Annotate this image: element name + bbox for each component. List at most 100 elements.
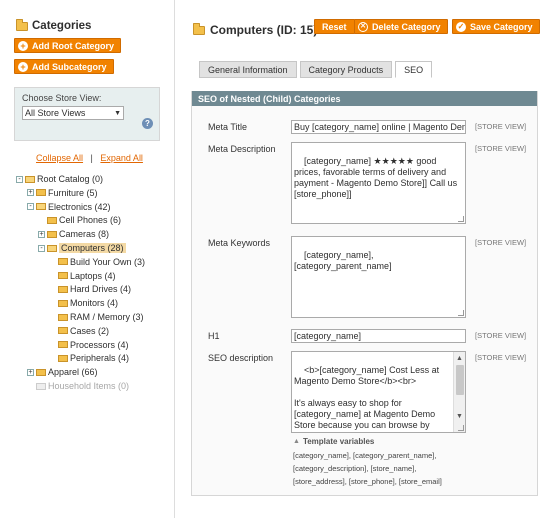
h1-label: H1 (208, 331, 220, 341)
meta-keywords-scope: [STORE VIEW] (475, 238, 527, 247)
collapse-icon[interactable]: - (16, 175, 23, 183)
scrollbar[interactable]: ▲ ▼ (453, 352, 465, 432)
tree-node[interactable]: - Electronics (42) (27, 201, 111, 213)
template-variables-list: [category_name], [category_parent_name],… (293, 449, 468, 488)
tree-node[interactable]: Build Your Own (3) (49, 256, 145, 268)
tab-category-products[interactable]: Category Products (299, 61, 393, 78)
tree-node[interactable]: Cell Phones (6) (38, 214, 121, 226)
meta-description-value: [category_name] ★★★★★ good prices, favor… (294, 156, 460, 199)
category-tabs: General Information Category Products SE… (199, 61, 433, 78)
seo-panel: SEO of Nested (Child) Categories Meta Ti… (191, 91, 538, 496)
tree-node[interactable]: + Furniture (5) (27, 187, 98, 199)
expand-all-link[interactable]: Expand All (100, 153, 143, 163)
tree-controls: Collapse All | Expand All (36, 153, 143, 163)
tree-node[interactable]: - Root Catalog (0) (16, 173, 103, 185)
h1-input[interactable]: [category_name] (291, 329, 466, 343)
tab-general-information[interactable]: General Information (199, 61, 297, 78)
page-title: Computers (ID: 15) (210, 23, 318, 37)
tree-node[interactable]: Peripherals (4) (49, 352, 129, 364)
delete-category-button[interactable]: ✕ Delete Category (354, 19, 448, 34)
template-variables-line: [store_address], [store_phone], [store_e… (293, 477, 442, 486)
meta-description-textarea[interactable]: [category_name] ★★★★★ good prices, favor… (291, 142, 466, 224)
collapse-all-link[interactable]: Collapse All (36, 153, 83, 163)
scrollbar-thumb[interactable] (456, 365, 464, 395)
expand-icon[interactable]: + (38, 230, 45, 238)
resize-handle-icon[interactable] (458, 425, 464, 431)
delete-category-label: Delete Category (372, 21, 441, 32)
reset-label: Reset (322, 21, 347, 32)
scroll-up-icon[interactable]: ▲ (456, 353, 463, 364)
tree-node[interactable]: + Apparel (66) (27, 366, 98, 378)
tree-node-label: Furniture (5) (48, 187, 98, 198)
tree-controls-separator: | (90, 153, 93, 163)
reset-button[interactable]: Reset (314, 19, 355, 34)
folder-icon (36, 382, 46, 390)
scroll-down-icon[interactable]: ▼ (456, 411, 463, 422)
seo-description-value: <b>[category_name] Cost Less at Magento … (294, 365, 440, 432)
collapse-icon[interactable]: - (38, 244, 45, 252)
collapse-icon[interactable]: - (27, 203, 34, 211)
folder-icon (58, 285, 68, 293)
seo-description-textarea[interactable]: <b>[category_name] Cost Less at Magento … (291, 351, 466, 433)
add-root-category-button[interactable]: + Add Root Category (14, 38, 121, 53)
tree-node[interactable]: + Cameras (8) (38, 228, 109, 240)
expand-icon[interactable]: + (27, 368, 34, 376)
tree-node[interactable]: - Computers (28) (38, 242, 126, 254)
triangle-up-icon: ▲ (293, 438, 300, 445)
folder-icon (36, 203, 46, 211)
folder-icon (47, 230, 57, 238)
plus-icon: + (18, 40, 28, 51)
tree-node[interactable]: Processors (4) (49, 339, 129, 351)
tree-node[interactable]: Household Items (0) (27, 380, 129, 392)
add-root-category-label: Add Root Category (32, 40, 114, 51)
tree-node-label: RAM / Memory (3) (70, 312, 144, 322)
tab-seo[interactable]: SEO (395, 61, 433, 78)
seo-section-title: SEO of Nested (Child) Categories (192, 91, 537, 106)
tree-node-label: Household Items (0) (48, 381, 130, 391)
tree-node[interactable]: Hard Drives (4) (49, 283, 131, 295)
template-variables: ▲ Template variables [category_name], [c… (293, 437, 468, 488)
meta-title-label: Meta Title (208, 122, 248, 132)
folder-icon (36, 368, 46, 376)
tree-node-label: Apparel (66) (48, 367, 98, 378)
folder-icon (58, 299, 68, 307)
tree-node-label: Monitors (4) (70, 298, 119, 309)
resize-handle-icon[interactable] (458, 310, 464, 316)
meta-title-input[interactable]: Buy [category_name] online | Magento Dem (291, 120, 466, 134)
column-divider (174, 0, 175, 518)
seo-description-label: SEO description (208, 353, 274, 363)
add-subcategory-button[interactable]: + Add Subcategory (14, 59, 114, 74)
tree-node[interactable]: Cases (2) (49, 325, 109, 337)
folder-icon (47, 244, 57, 252)
tree-node[interactable]: Laptops (4) (49, 270, 116, 282)
tree-node-label: Cell Phones (6) (59, 215, 122, 226)
help-icon[interactable]: ? (142, 118, 153, 129)
tree-node-label: Root Catalog (0) (37, 174, 104, 184)
folder-icon (58, 258, 68, 266)
meta-title-scope: [STORE VIEW] (475, 122, 527, 131)
template-variables-toggle[interactable]: ▲ Template variables (293, 437, 468, 446)
delete-icon: ✕ (358, 21, 368, 32)
store-view-label: Choose Store View: (22, 93, 102, 103)
expand-icon[interactable]: + (27, 189, 34, 197)
template-variables-line: [category_description], [store_name], (293, 464, 417, 473)
folder-icon (58, 341, 68, 349)
tree-node-label: Peripherals (4) (70, 353, 130, 364)
meta-keywords-textarea[interactable]: [category_name], [category_parent_name] (291, 236, 466, 318)
resize-handle-icon[interactable] (458, 216, 464, 222)
save-category-label: Save Category (470, 21, 533, 32)
tree-node-label: Cameras (8) (59, 229, 110, 240)
check-icon: ✓ (456, 21, 466, 32)
store-view-select[interactable]: All Store Views ▼ (22, 106, 124, 120)
h1-scope: [STORE VIEW] (475, 331, 527, 340)
save-category-button[interactable]: ✓ Save Category (452, 19, 540, 34)
sidebar-title: Categories (32, 20, 92, 32)
tree-node[interactable]: Monitors (4) (49, 297, 118, 309)
folder-icon (58, 313, 68, 321)
tree-node[interactable]: RAM / Memory (3) (49, 311, 144, 323)
add-subcategory-label: Add Subcategory (32, 61, 107, 72)
